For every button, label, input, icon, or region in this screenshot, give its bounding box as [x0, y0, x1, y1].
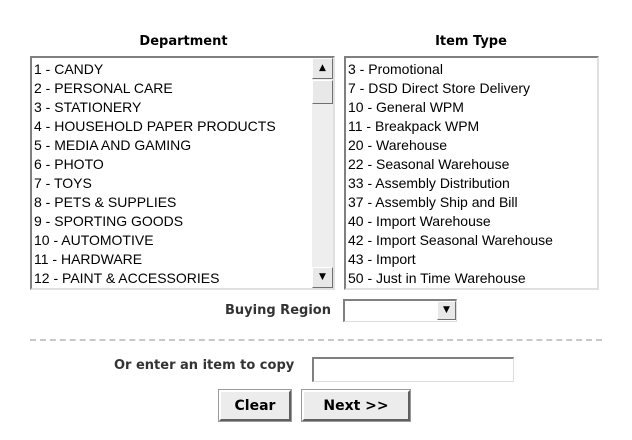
- item-type-option[interactable]: 43 - Import: [348, 250, 597, 269]
- department-option[interactable]: 5 - MEDIA AND GAMING: [34, 136, 311, 155]
- next-button[interactable]: Next >>: [301, 389, 411, 422]
- department-option[interactable]: 8 - PETS & SUPPLIES: [34, 193, 311, 212]
- buying-region-select[interactable]: ▼: [343, 299, 457, 322]
- item-type-option[interactable]: 33 - Assembly Distribution: [348, 174, 597, 193]
- buying-region-label: Buying Region: [225, 303, 331, 318]
- department-options: 1 - CANDY 2 - PERSONAL CARE 3 - STATIONERY…: [32, 58, 311, 288]
- item-type-option[interactable]: 22 - Seasonal Warehouse: [348, 155, 597, 174]
- department-option[interactable]: 1 - CANDY: [34, 60, 311, 79]
- item-type-option[interactable]: 40 - Import Warehouse: [348, 212, 597, 231]
- department-option[interactable]: 9 - SPORTING GOODS: [34, 212, 311, 231]
- item-type-option[interactable]: 11 - Breakpack WPM: [348, 117, 597, 136]
- item-type-option[interactable]: 3 - Promotional: [348, 60, 597, 79]
- department-option[interactable]: 6 - PHOTO: [34, 155, 311, 174]
- item-type-listbox[interactable]: 3 - Promotional 7 - DSD Direct Store Deli…: [344, 56, 599, 290]
- department-option[interactable]: 10 - AUTOMOTIVE: [34, 231, 311, 250]
- item-type-header: Item Type: [435, 34, 507, 49]
- item-type-option[interactable]: 10 - General WPM: [348, 98, 597, 117]
- item-type-option[interactable]: 20 - Warehouse: [348, 136, 597, 155]
- scroll-up-arrow-icon[interactable]: ▲: [312, 58, 333, 79]
- section-divider: [30, 339, 602, 341]
- department-option[interactable]: 2 - PERSONAL CARE: [34, 79, 311, 98]
- copy-item-label: Or enter an item to copy: [114, 358, 295, 373]
- scroll-down-arrow-icon[interactable]: ▼: [312, 267, 333, 288]
- item-type-option[interactable]: 7 - DSD Direct Store Delivery: [348, 79, 597, 98]
- scroll-thumb[interactable]: [312, 80, 333, 104]
- item-type-option[interactable]: 42 - Import Seasonal Warehouse: [348, 231, 597, 250]
- clear-button[interactable]: Clear: [218, 389, 292, 422]
- item-type-options: 3 - Promotional 7 - DSD Direct Store Deli…: [346, 58, 597, 288]
- department-option[interactable]: 4 - HOUSEHOLD PAPER PRODUCTS: [34, 117, 311, 136]
- department-scrollbar[interactable]: ▲ ▼: [312, 58, 333, 288]
- department-option[interactable]: 11 - HARDWARE: [34, 250, 311, 269]
- department-header: Department: [139, 34, 228, 49]
- dropdown-arrow-icon[interactable]: ▼: [437, 301, 456, 320]
- department-option[interactable]: 3 - STATIONERY: [34, 98, 311, 117]
- item-type-option[interactable]: 50 - Just in Time Warehouse: [348, 269, 597, 288]
- department-listbox[interactable]: 1 - CANDY 2 - PERSONAL CARE 3 - STATIONERY…: [30, 56, 335, 290]
- item-type-option[interactable]: 37 - Assembly Ship and Bill: [348, 193, 597, 212]
- department-option[interactable]: 12 - PAINT & ACCESSORIES: [34, 269, 311, 288]
- department-option[interactable]: 7 - TOYS: [34, 174, 311, 193]
- copy-item-input[interactable]: [312, 357, 514, 382]
